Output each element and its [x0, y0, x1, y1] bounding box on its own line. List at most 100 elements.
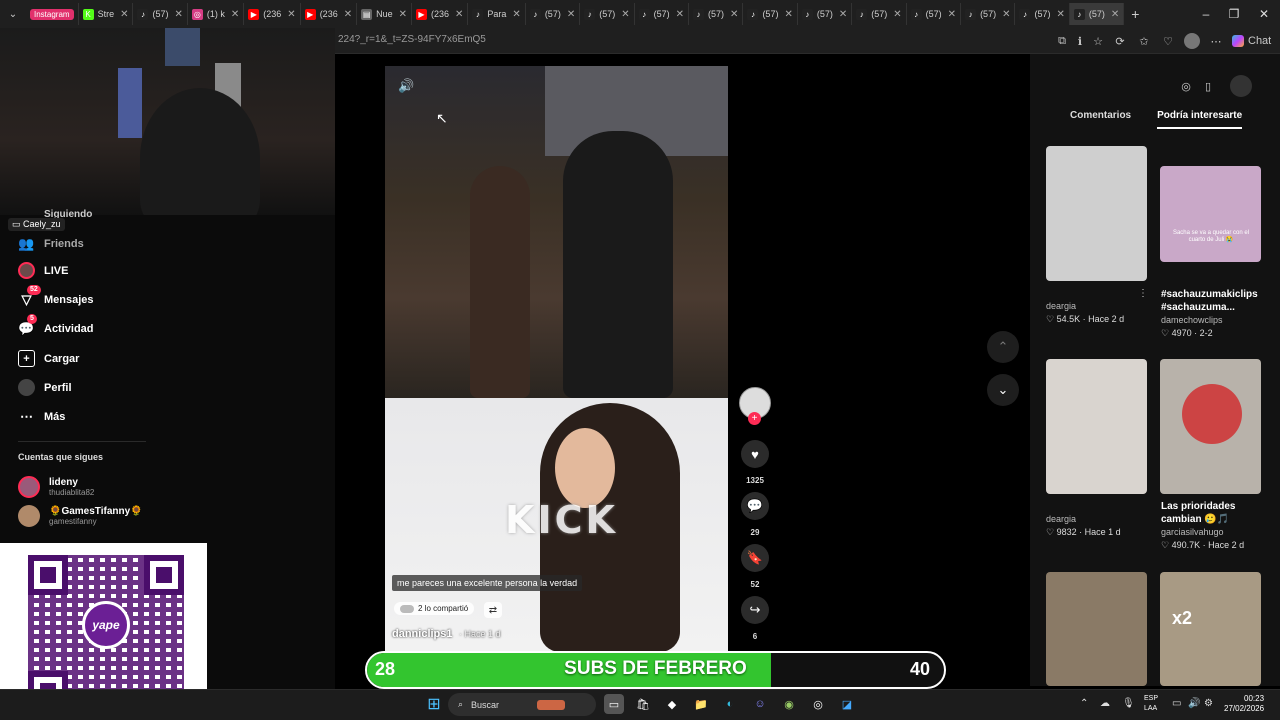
new-tab-button[interactable]: +	[1124, 6, 1146, 22]
tab-list-chevron-icon[interactable]: ⌄	[0, 0, 26, 28]
more-options-icon[interactable]: ⋮	[1138, 288, 1148, 299]
close-tab-icon[interactable]: ✕	[399, 9, 407, 20]
comment-action[interactable]: 💬 29	[740, 492, 770, 537]
suggested-author[interactable]: damechowclips	[1161, 315, 1271, 325]
close-tab-icon[interactable]: ✕	[175, 9, 183, 20]
close-tab-icon[interactable]: ✕	[839, 9, 847, 20]
copilot-app-icon[interactable]: ◆	[662, 694, 682, 714]
previous-video-button[interactable]: ⌃	[987, 331, 1019, 363]
like-action[interactable]: ♥ 1325	[740, 440, 770, 485]
sidebar-item-messages[interactable]: ▽ 52 Mensajes	[18, 285, 94, 308]
menu-dots-icon[interactable]: ⋯	[1208, 33, 1224, 49]
taskbar-clock[interactable]: 00:23 27/02/2026	[1224, 694, 1264, 714]
compass-icon[interactable]: ◎	[1178, 78, 1194, 94]
app-icon[interactable]: ◉	[779, 694, 799, 714]
close-tab-icon[interactable]: ✕	[784, 9, 792, 20]
browser-tab[interactable]: ♪ (57) ✕	[580, 3, 635, 25]
close-tab-icon[interactable]: ✕	[120, 9, 128, 20]
shared-pill[interactable]: 2 lo compartió	[394, 602, 475, 615]
settings-icon[interactable]: ⚙	[1204, 698, 1213, 709]
browser-tab[interactable]: ♪ (57) ✕	[1069, 3, 1125, 25]
share-icon[interactable]: ↪	[741, 596, 769, 624]
collections-icon[interactable]: ✩	[1136, 33, 1152, 49]
suggested-thumbnail[interactable]	[1046, 572, 1147, 686]
tab-suggested[interactable]: Podría interesarte	[1157, 110, 1243, 129]
browser-tab[interactable]: ♪ (57) ✕	[526, 3, 581, 25]
close-tab-icon[interactable]: ✕	[344, 9, 352, 20]
windows-start-icon[interactable]: ⊞	[424, 694, 444, 714]
browser-tab[interactable]: ♪ (57) ✕	[133, 3, 188, 25]
follow-plus-icon[interactable]: +	[748, 412, 761, 425]
browser-tab[interactable]: ♪ (57) ✕	[635, 3, 690, 25]
browser-tab[interactable]: ▶ (236 ✕	[412, 3, 469, 25]
browser-tab[interactable]: ♪ Para ✕	[468, 3, 526, 25]
profile-avatar-icon[interactable]	[1184, 33, 1200, 49]
onedrive-icon[interactable]: ☁	[1100, 698, 1110, 709]
video-author[interactable]: danniclips1 · Hace 1 d	[392, 628, 501, 640]
maximize-button[interactable]: ❐	[1218, 0, 1250, 28]
taskbar-search[interactable]: ⌕ Buscar	[448, 693, 596, 716]
tray-chevron-icon[interactable]: ⌃	[1080, 698, 1088, 709]
browser-tab[interactable]: ▶ (236 ✕	[301, 3, 358, 25]
comment-icon[interactable]: 💬	[741, 492, 769, 520]
browser-tab[interactable]: ▶ (236 ✕	[244, 3, 301, 25]
favorite-star-icon[interactable]: ☆	[1090, 33, 1106, 49]
close-tab-icon[interactable]: ✕	[676, 9, 684, 20]
browser-tab[interactable]: ♪ (57) ✕	[1015, 3, 1070, 25]
user-avatar[interactable]	[1230, 75, 1252, 97]
translate-icon[interactable]: ℹ	[1072, 33, 1088, 49]
close-window-button[interactable]: ✕	[1248, 0, 1280, 28]
browser-tab[interactable]: ▤ Nue ✕	[357, 3, 412, 25]
tab-comments[interactable]: Comentarios	[1046, 110, 1131, 129]
close-tab-icon[interactable]: ✕	[1002, 9, 1010, 20]
browser-tab[interactable]: ◎ (1) k ✕	[188, 3, 245, 25]
browser-tab[interactable]: ♪ (57) ✕	[743, 3, 798, 25]
obs-icon[interactable]: ◎	[808, 694, 828, 714]
close-tab-icon[interactable]: ✕	[455, 9, 463, 20]
file-explorer-icon[interactable]: 📁	[691, 694, 711, 714]
close-tab-icon[interactable]: ✕	[1111, 9, 1119, 20]
browser-tab[interactable]: ♪ (57) ✕	[798, 3, 853, 25]
close-tab-icon[interactable]: ✕	[730, 9, 738, 20]
mobile-icon[interactable]: ▯	[1200, 78, 1216, 94]
following-account[interactable]: lideny thudiablita82	[18, 476, 94, 498]
heart-icon[interactable]: ♥	[741, 440, 769, 468]
browser-tab[interactable]: ♪ (57) ✕	[852, 3, 907, 25]
store-icon[interactable]: 🛍	[633, 694, 653, 714]
suggested-thumbnail[interactable]: Sacha se va a quedar con el cuarto de Ju…	[1160, 166, 1261, 262]
browser-tab[interactable]: Instagram	[26, 3, 79, 25]
mic-icon[interactable]: 🎙	[1122, 698, 1135, 709]
close-tab-icon[interactable]: ✕	[231, 9, 239, 20]
extensions-icon[interactable]: ♡	[1160, 33, 1176, 49]
close-tab-icon[interactable]: ✕	[287, 9, 295, 20]
app-icon[interactable]: ◪	[837, 694, 857, 714]
task-view-icon[interactable]: ▭	[604, 694, 624, 714]
refresh-icon[interactable]: ⟳	[1112, 33, 1128, 49]
suggested-thumbnail[interactable]: x2	[1160, 572, 1261, 686]
close-tab-icon[interactable]: ✕	[621, 9, 629, 20]
url-text[interactable]: 224?_r=1&_t=ZS-94FY7x6EmQ5	[338, 34, 486, 45]
following-account[interactable]: 🌻GamesTifanny🌻 gamestifanny	[18, 505, 143, 527]
bookmark-icon[interactable]: 🔖	[741, 544, 769, 572]
suggested-author[interactable]: garciasilvahugo	[1161, 527, 1271, 537]
browser-tab[interactable]: ♪ (57) ✕	[961, 3, 1016, 25]
suggested-thumbnail[interactable]	[1160, 359, 1261, 494]
browser-tab[interactable]: K Stre ✕	[79, 3, 134, 25]
sidebar-item-friends[interactable]: 👥 Friends	[18, 235, 83, 252]
suggested-title[interactable]: #sachauzumakiclips #sachauzuma...	[1161, 288, 1271, 314]
close-tab-icon[interactable]: ✕	[1056, 9, 1064, 20]
copilot-chat-button[interactable]: Chat	[1232, 33, 1276, 49]
browser-tab[interactable]: ♪ (57) ✕	[907, 3, 962, 25]
repost-icon[interactable]: ⇄	[484, 602, 502, 618]
suggested-thumbnail[interactable]	[1046, 146, 1147, 281]
share-action[interactable]: ↪ 6	[740, 596, 770, 641]
language-indicator[interactable]: ESP LAA	[1144, 694, 1158, 714]
sidebar-item-more[interactable]: ⋯ Más	[18, 408, 65, 425]
sidebar-item-upload[interactable]: + Cargar	[18, 350, 79, 367]
suggested-author[interactable]: deargia	[1046, 514, 1156, 524]
save-action[interactable]: 🔖 52	[740, 544, 770, 589]
network-icon[interactable]: ▭	[1172, 698, 1181, 709]
suggested-author[interactable]: deargia	[1046, 301, 1156, 311]
close-tab-icon[interactable]: ✕	[567, 9, 575, 20]
sidebar-item-live[interactable]: LIVE	[18, 262, 68, 279]
